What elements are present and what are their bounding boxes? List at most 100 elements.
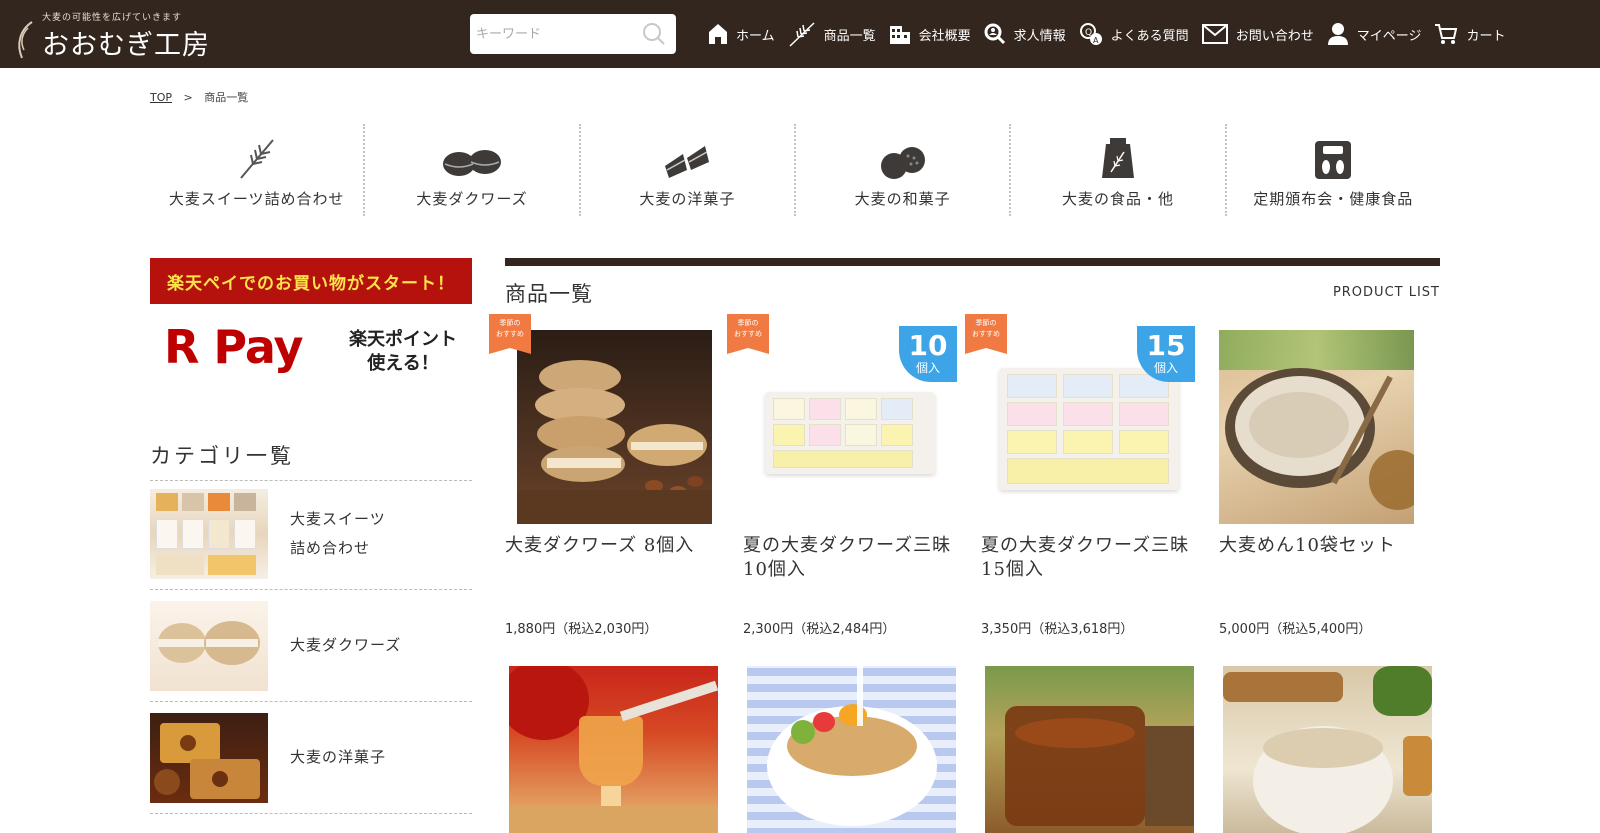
badge-line-2: おすすめ — [496, 330, 524, 338]
nav-products[interactable]: 商品一覧 — [788, 21, 876, 47]
badge-line-1: 季節の — [975, 319, 997, 327]
category-dacquoise[interactable]: 大麦ダクワーズ — [365, 124, 581, 216]
category-foods-other[interactable]: 大麦の食品・他 — [1011, 124, 1227, 216]
category-label: 大麦スイーツ詰め合わせ — [168, 190, 345, 208]
section-divider — [505, 258, 1440, 266]
product-image[interactable] — [1219, 330, 1414, 524]
wheat-icon — [789, 22, 815, 47]
sidebar-item-sweets-assortment[interactable]: 大麦スイーツ 詰め合わせ — [150, 478, 472, 590]
nav-label: カート — [1466, 28, 1506, 44]
nav-label: 商品一覧 — [823, 28, 876, 44]
count-unit: 個入 — [1153, 361, 1178, 375]
badge-line-2: おすすめ — [734, 330, 762, 338]
nav-recruit[interactable]: 求人情報 — [984, 23, 1066, 45]
cart-icon — [1435, 24, 1458, 44]
category-western-sweets[interactable]: 大麦の洋菓子 — [581, 124, 796, 216]
count-number: 10 — [908, 329, 948, 362]
cake-icon — [665, 146, 710, 178]
rakuten-pay-ad[interactable]: R Pay 楽天ポイント 使える！ — [150, 310, 472, 390]
sidebar-item-label-line-1: 大麦スイーツ — [290, 509, 386, 528]
category-label: 大麦の食品・他 — [1061, 190, 1174, 208]
search-box — [470, 14, 676, 54]
page-title: 商品一覧 — [505, 282, 593, 306]
category-sweets-assortment[interactable]: 大麦スイーツ詰め合わせ — [150, 124, 366, 216]
product-price: 3,350円（税込3,618円） — [981, 622, 1134, 637]
category-bar: 大麦スイーツ詰め合わせ 大麦ダクワーズ 大麦の洋菓子 大麦の和菓子 大麦の食品・… — [150, 124, 1440, 216]
barley-logo-icon — [18, 21, 33, 59]
nav-mypage[interactable]: マイページ — [1327, 22, 1422, 46]
breadcrumb-current: 商品一覧 — [204, 91, 249, 104]
building-icon — [889, 26, 910, 44]
logo-name: おおむぎ工房 — [42, 30, 210, 61]
nav-label: よくある質問 — [1110, 28, 1189, 44]
sidebar-item-label: 大麦スイーツ 詰め合わせ — [290, 505, 440, 563]
wheat-icon — [239, 139, 274, 179]
home-icon — [709, 24, 727, 44]
search-input[interactable] — [476, 22, 636, 46]
nav-company[interactable]: 会社概要 — [889, 23, 971, 45]
rakuten-pay-banner[interactable]: 楽天ペイでのお買い物がスタート！ — [150, 258, 472, 304]
badge-line-1: 季節の — [499, 319, 521, 327]
rpay-logo: R Pay — [164, 320, 304, 374]
category-label: 定期頒布会・健康食品 — [1253, 190, 1414, 208]
product-name[interactable]: 大麦ダクワーズ 8個入 — [505, 534, 717, 558]
nav-label: 会社概要 — [918, 28, 971, 44]
site-header: 大麦の可能性を広げていきます おおむぎ工房 ホーム 商品一覧 会社概要 求人情報… — [0, 0, 1600, 68]
faq-icon: QA — [1079, 23, 1102, 45]
rpay-text: 楽天ポイント 使える！ — [342, 328, 464, 376]
product-price: 5,000円（税込5,400円） — [1219, 622, 1372, 637]
magnifier-person-icon — [984, 23, 1005, 45]
product-name[interactable]: 夏の大麦ダクワーズ三昧 10個入 — [743, 534, 955, 582]
sidebar-item-dacquoise[interactable]: 大麦ダクワーズ — [150, 590, 472, 702]
seasonal-recommend-badge: 季節の おすすめ — [727, 314, 769, 354]
breadcrumb-separator: > — [183, 91, 193, 104]
nav-cart[interactable]: カート — [1434, 22, 1505, 46]
badge-line-2: おすすめ — [972, 330, 1000, 338]
wagashi-icon — [880, 147, 925, 179]
dacquoise-icon — [442, 150, 501, 176]
product-price: 1,880円（税込2,030円） — [505, 622, 658, 637]
count-badge: 15 個入 — [1137, 326, 1195, 382]
product-image[interactable] — [747, 666, 956, 833]
count-badge: 10 個入 — [899, 326, 957, 382]
count-unit: 個入 — [915, 361, 940, 375]
search-icon[interactable] — [642, 22, 666, 46]
sidebar-item-label: 大麦ダクワーズ — [290, 636, 402, 654]
nav-label: お問い合わせ — [1235, 28, 1314, 44]
badge-line-1: 季節の — [737, 319, 759, 327]
breadcrumb: TOP > 商品一覧 — [150, 89, 248, 105]
logo-tagline: 大麦の可能性を広げていきます — [42, 13, 183, 23]
dacquoise-thumbnail — [150, 600, 268, 691]
category-label: 大麦ダクワーズ — [416, 190, 528, 208]
rpay-text-line-2: 使える！ — [367, 353, 439, 374]
main-nav: ホーム 商品一覧 会社概要 求人情報 QA よくある質問 お問い合わせ マイペー… — [708, 18, 1518, 50]
category-subscription-health[interactable]: 定期頒布会・健康食品 — [1227, 124, 1440, 216]
seasonal-recommend-badge: 季節の おすすめ — [489, 314, 531, 354]
nav-faq[interactable]: QA よくある質問 — [1079, 22, 1189, 46]
svg-text:A: A — [1093, 36, 1099, 45]
breadcrumb-home-link[interactable]: TOP — [150, 91, 172, 104]
nav-contact[interactable]: お問い合わせ — [1201, 24, 1314, 44]
category-label: 大麦の和菓子 — [854, 190, 951, 208]
nav-home[interactable]: ホーム — [708, 23, 775, 45]
product-image[interactable] — [985, 666, 1194, 833]
food-bag-icon — [1101, 138, 1134, 178]
product-image[interactable] — [517, 330, 712, 524]
product-name[interactable]: 大麦めん10袋セット — [1219, 534, 1431, 558]
product-price: 2,300円（税込2,484円） — [743, 622, 896, 637]
product-image[interactable] — [1223, 666, 1432, 833]
nav-label: マイページ — [1356, 28, 1422, 44]
count-number: 15 — [1146, 329, 1186, 362]
category-japanese-sweets[interactable]: 大麦の和菓子 — [796, 124, 1012, 216]
page-subtitle: PRODUCT LIST — [1332, 285, 1440, 300]
category-label: 大麦の洋菓子 — [639, 190, 736, 208]
scale-icon — [1315, 141, 1352, 179]
site-logo[interactable]: 大麦の可能性を広げていきます おおむぎ工房 — [12, 8, 222, 61]
rpay-text-line-1: 楽天ポイント — [349, 329, 457, 350]
sidebar-category-list: 大麦スイーツ 詰め合わせ 大麦ダクワーズ 大麦の洋菓子 — [150, 478, 472, 814]
western-sweets-thumbnail — [150, 712, 268, 803]
user-icon — [1327, 23, 1348, 45]
product-name[interactable]: 夏の大麦ダクワーズ三昧 15個入 — [981, 534, 1193, 582]
sidebar-item-western-sweets[interactable]: 大麦の洋菓子 — [150, 702, 472, 814]
product-image[interactable] — [509, 666, 718, 833]
